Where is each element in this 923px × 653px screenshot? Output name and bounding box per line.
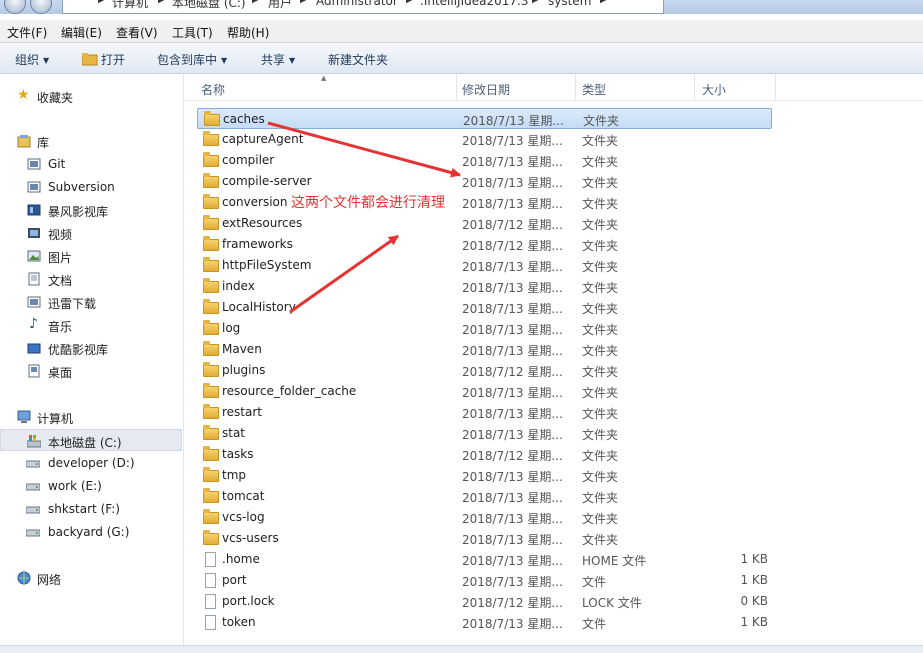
annotation-arrow xyxy=(267,121,461,178)
annotation-arrow xyxy=(289,234,399,314)
annotation-text: 这两个文件都会进行清理 xyxy=(291,195,445,211)
annotation-arrows xyxy=(267,121,461,314)
